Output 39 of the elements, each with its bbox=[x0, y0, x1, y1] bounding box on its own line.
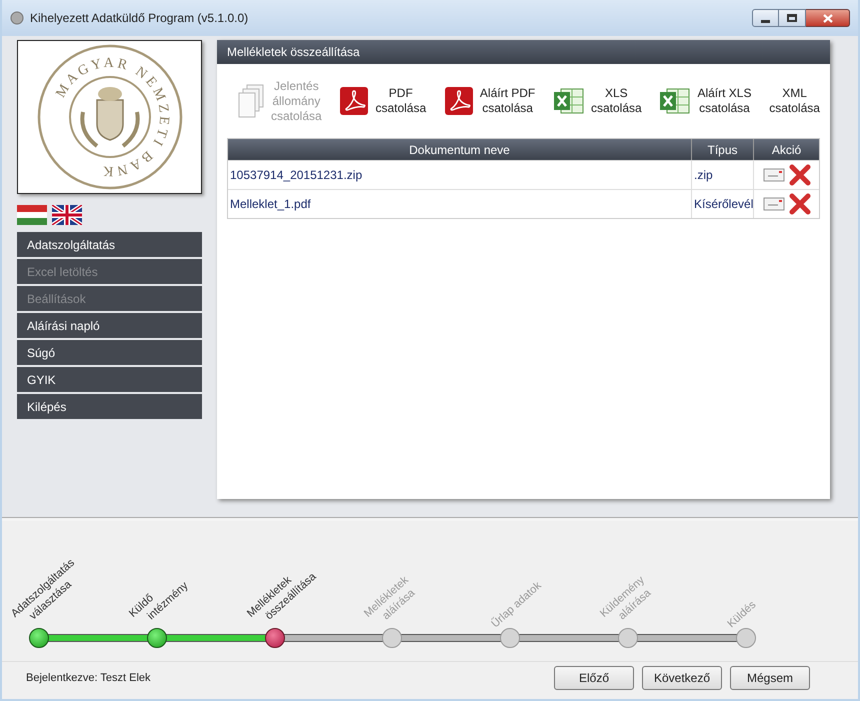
nav-button[interactable]: Előző bbox=[554, 666, 634, 690]
sidebar-item[interactable]: Kilépés bbox=[17, 394, 202, 419]
table-cell: .zip bbox=[692, 161, 754, 189]
pdf-icon bbox=[444, 86, 474, 116]
nav-button[interactable]: Következő bbox=[642, 666, 722, 690]
minimize-button[interactable] bbox=[752, 9, 779, 27]
attach-button[interactable]: Aláírt PDF csatolása bbox=[444, 86, 536, 116]
delete-icon[interactable] bbox=[788, 164, 810, 186]
envelope-icon[interactable] bbox=[762, 196, 784, 212]
maximize-button[interactable] bbox=[779, 9, 806, 27]
column-header: Dokumentum neve bbox=[228, 139, 692, 160]
close-button[interactable] bbox=[806, 9, 850, 27]
british-flag-icon[interactable] bbox=[52, 205, 82, 225]
attach-button[interactable]: XLS csatolása bbox=[553, 86, 642, 116]
attach-button[interactable]: PDF csatolása bbox=[339, 86, 426, 116]
spreadsheet-icon bbox=[553, 86, 585, 116]
table-cell: Melleklet_1.pdf bbox=[228, 190, 692, 218]
spreadsheet-icon bbox=[659, 86, 692, 116]
attach-button[interactable]: XML csatolása bbox=[769, 86, 820, 116]
table-cell: Kísérőlevél bbox=[692, 190, 754, 218]
app-icon bbox=[10, 11, 24, 25]
attach-button[interactable]: Aláírt XLS csatolása bbox=[659, 86, 752, 116]
hungarian-flag-icon[interactable] bbox=[17, 205, 47, 225]
close-icon bbox=[822, 14, 832, 22]
documents-icon bbox=[237, 83, 265, 119]
sidebar-item[interactable]: Adatszolgáltatás bbox=[17, 232, 202, 257]
sidebar-item[interactable]: Súgó bbox=[17, 340, 202, 365]
sidebar-item[interactable]: GYIK bbox=[17, 367, 202, 392]
logged-in-text: Bejelentkezve: Teszt Elek bbox=[26, 670, 151, 686]
nav-button[interactable]: Mégsem bbox=[730, 666, 810, 690]
panel-header: Mellékletek összeállítása bbox=[217, 40, 830, 64]
window-title: Kihelyezett Adatküldő Program (v5.1.0.0) bbox=[30, 10, 248, 27]
column-header: Akció bbox=[770, 142, 802, 158]
table-cell: 10537914_20151231.zip bbox=[228, 161, 692, 189]
sidebar-item[interactable]: Aláírási napló bbox=[17, 313, 202, 338]
column-header: Típus bbox=[692, 139, 754, 160]
envelope-icon[interactable] bbox=[762, 167, 784, 183]
pdf-icon bbox=[339, 86, 370, 116]
delete-icon[interactable] bbox=[788, 193, 810, 215]
